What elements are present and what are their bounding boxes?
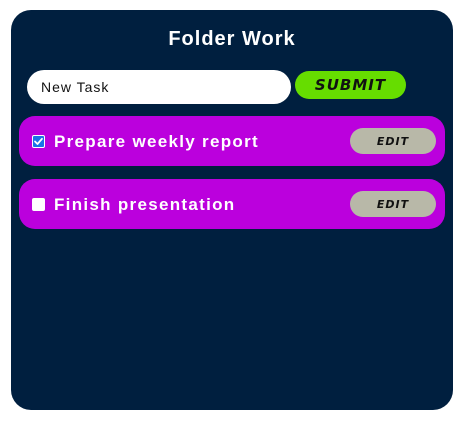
page-title: Folder Work [168, 28, 296, 50]
task-label: Finish presentation [54, 195, 236, 214]
task-label: Prepare weekly report [54, 132, 259, 151]
new-task-input[interactable] [27, 70, 291, 104]
task-item: Prepare weekly report EDIT [19, 116, 445, 166]
task-checkbox-checked[interactable] [32, 135, 45, 148]
task-item: Finish presentation EDIT [19, 179, 445, 229]
checkmark-icon [34, 137, 43, 145]
todo-panel: Folder Work SUBMIT Prepare weekly report… [11, 10, 453, 410]
edit-button[interactable]: EDIT [350, 191, 436, 217]
submit-button[interactable]: SUBMIT [295, 71, 406, 99]
task-checkbox[interactable] [32, 198, 45, 211]
edit-button[interactable]: EDIT [350, 128, 436, 154]
